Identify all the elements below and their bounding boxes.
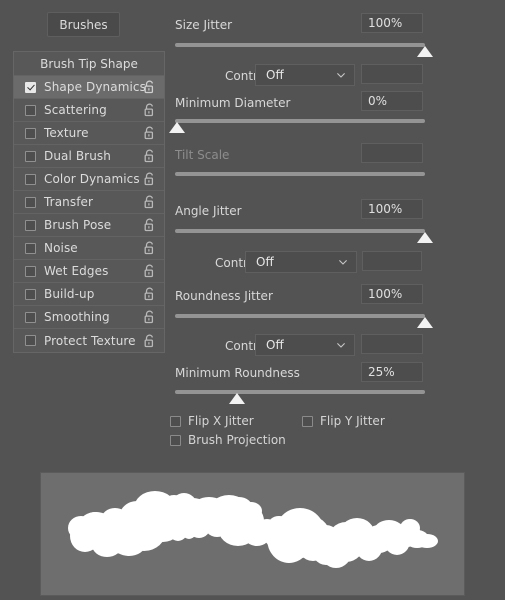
size-control-value: Off xyxy=(266,68,284,82)
shape-dynamics-controls: Size Jitter 100% Control: Off Minimum Di… xyxy=(0,0,505,460)
roundness-control-select[interactable]: Off xyxy=(255,334,355,356)
slider-track xyxy=(175,43,425,47)
angle-control-value: Off xyxy=(256,255,274,269)
brush-stroke-graphic xyxy=(68,491,438,568)
slider-thumb[interactable] xyxy=(417,317,433,328)
tilt-scale-slider xyxy=(175,172,425,188)
angle-jitter-value[interactable]: 100% xyxy=(361,199,423,219)
size-control-extra-value[interactable] xyxy=(361,64,423,84)
roundness-jitter-label: Roundness Jitter xyxy=(175,289,273,303)
minimum-roundness-label: Minimum Roundness xyxy=(175,366,300,380)
angle-control-extra-value[interactable] xyxy=(362,251,422,271)
angle-jitter-slider[interactable] xyxy=(175,229,433,245)
chevron-down-icon xyxy=(339,260,347,265)
angle-jitter-label: Angle Jitter xyxy=(175,204,242,218)
roundness-jitter-slider[interactable] xyxy=(175,314,433,330)
minimum-diameter-slider[interactable] xyxy=(169,119,425,135)
tilt-scale-label: Tilt Scale xyxy=(175,148,230,162)
minimum-roundness-value[interactable]: 25% xyxy=(361,362,423,382)
brush-projection-label: Brush Projection xyxy=(188,433,286,447)
chevron-down-icon xyxy=(337,343,345,348)
slider-track xyxy=(175,314,425,318)
angle-control-select[interactable]: Off xyxy=(245,251,357,273)
size-control-select[interactable]: Off xyxy=(255,64,355,86)
roundness-control-value: Off xyxy=(266,338,284,352)
flip-x-jitter-label: Flip X Jitter xyxy=(188,414,254,428)
minimum-diameter-value[interactable]: 0% xyxy=(361,91,423,111)
roundness-jitter-value[interactable]: 100% xyxy=(361,284,423,304)
roundness-control-extra-value[interactable] xyxy=(361,334,423,354)
flip-y-jitter-checkbox[interactable] xyxy=(302,415,313,427)
size-jitter-slider[interactable] xyxy=(175,43,433,59)
minimum-diameter-label: Minimum Diameter xyxy=(175,96,291,110)
flip-y-jitter-row[interactable]: Flip Y Jitter xyxy=(302,414,385,428)
size-jitter-label: Size Jitter xyxy=(175,18,233,32)
chevron-down-icon xyxy=(337,73,345,78)
slider-thumb[interactable] xyxy=(417,232,433,243)
flip-y-jitter-label: Flip Y Jitter xyxy=(320,414,385,428)
slider-track xyxy=(175,119,425,123)
slider-thumb[interactable] xyxy=(229,393,245,404)
brush-stroke-preview xyxy=(40,472,465,596)
slider-thumb[interactable] xyxy=(169,122,185,133)
minimum-roundness-slider[interactable] xyxy=(175,390,425,406)
slider-track xyxy=(175,229,425,233)
slider-track xyxy=(175,390,425,394)
flip-x-jitter-row[interactable]: Flip X Jitter xyxy=(170,414,254,428)
slider-track xyxy=(175,172,425,176)
slider-thumb[interactable] xyxy=(417,46,433,57)
brush-projection-row[interactable]: Brush Projection xyxy=(170,433,286,447)
brush-projection-checkbox[interactable] xyxy=(170,434,181,446)
flip-x-jitter-checkbox[interactable] xyxy=(170,415,181,427)
tilt-scale-value xyxy=(361,143,423,163)
size-jitter-value[interactable]: 100% xyxy=(361,13,423,33)
